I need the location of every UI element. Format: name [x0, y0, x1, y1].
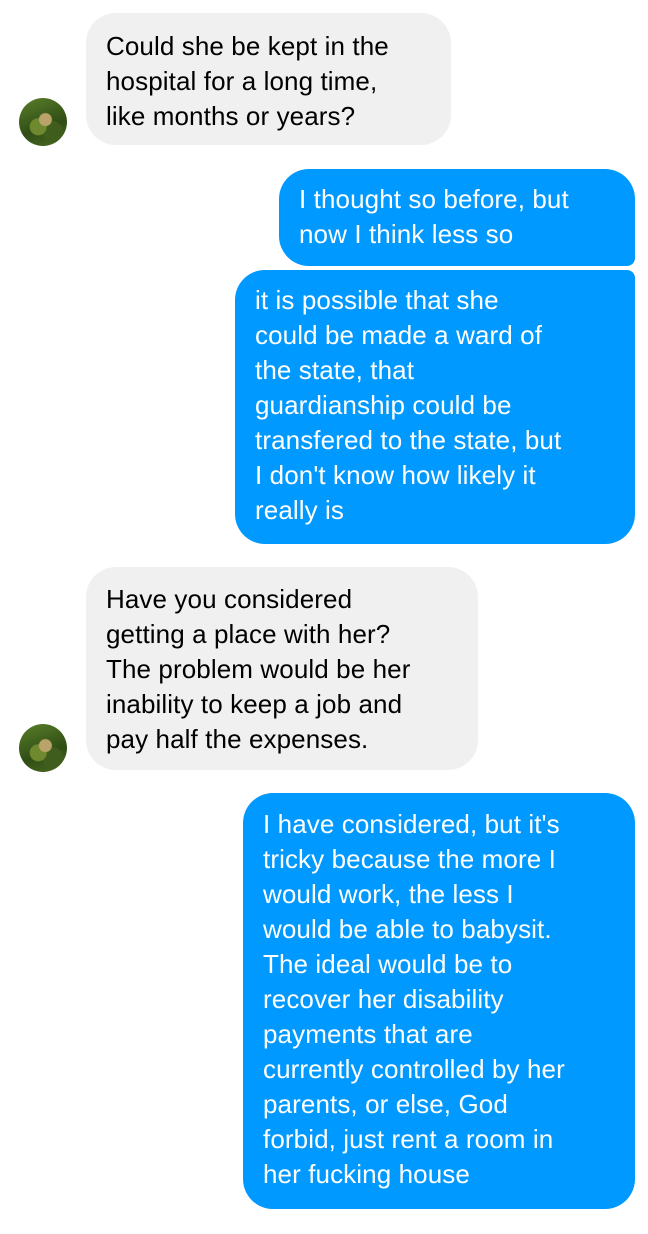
- message-text-line: parents, or else, God: [263, 1089, 508, 1119]
- message-text-line: now I think less so: [299, 219, 514, 249]
- message-text-line: forbid, just rent a room in: [263, 1124, 554, 1154]
- message-text-line: guardianship could be: [255, 390, 512, 420]
- message-bubble-outgoing[interactable]: it is possible that she could be made a …: [235, 270, 635, 544]
- message-text-line: Have you considered: [106, 584, 353, 614]
- message-text-line: The ideal would be to: [263, 949, 513, 979]
- message-text-line: pay half the expenses.: [106, 724, 369, 754]
- message-text-line: currently controlled by her: [263, 1054, 565, 1084]
- message-text-line: would work, the less I: [263, 879, 514, 909]
- message-text-line: hospital for a long time,: [106, 66, 378, 96]
- contact-avatar[interactable]: [19, 98, 67, 146]
- message-text-line: it is possible that she: [255, 285, 499, 315]
- contact-avatar[interactable]: [19, 724, 67, 772]
- message-text-line: The problem would be her: [106, 654, 411, 684]
- message-text-line: inability to keep a job and: [106, 689, 403, 719]
- message-text-line: I have considered, but it's: [263, 809, 560, 839]
- message-text-line: could be made a ward of: [255, 320, 543, 350]
- message-text-line: her fucking house: [263, 1159, 470, 1189]
- message-text-line: getting a place with her?: [106, 619, 391, 649]
- message-text-line: the state, that: [255, 355, 415, 385]
- message-text-line: would be able to babysit.: [263, 914, 552, 944]
- message-text-line: really is: [255, 495, 345, 525]
- message-text-line: recover her disability: [263, 984, 504, 1014]
- message-text-line: I don't know how likely it: [255, 460, 536, 490]
- message-bubble-outgoing[interactable]: I have considered, but it's tricky becau…: [243, 793, 635, 1209]
- message-bubble-incoming[interactable]: Could she be kept in the hospital for a …: [86, 13, 451, 145]
- message-text-line: Could she be kept in the: [106, 31, 389, 61]
- message-text-line: payments that are: [263, 1019, 473, 1049]
- message-text-line: tricky because the more I: [263, 844, 556, 874]
- message-text-line: transfered to the state, but: [255, 425, 562, 455]
- message-bubble-incoming[interactable]: Have you considered getting a place with…: [86, 567, 478, 770]
- message-text-line: like months or years?: [106, 101, 356, 131]
- message-bubble-outgoing[interactable]: I thought so before, but now I think les…: [279, 169, 635, 266]
- message-text-line: I thought so before, but: [299, 184, 569, 214]
